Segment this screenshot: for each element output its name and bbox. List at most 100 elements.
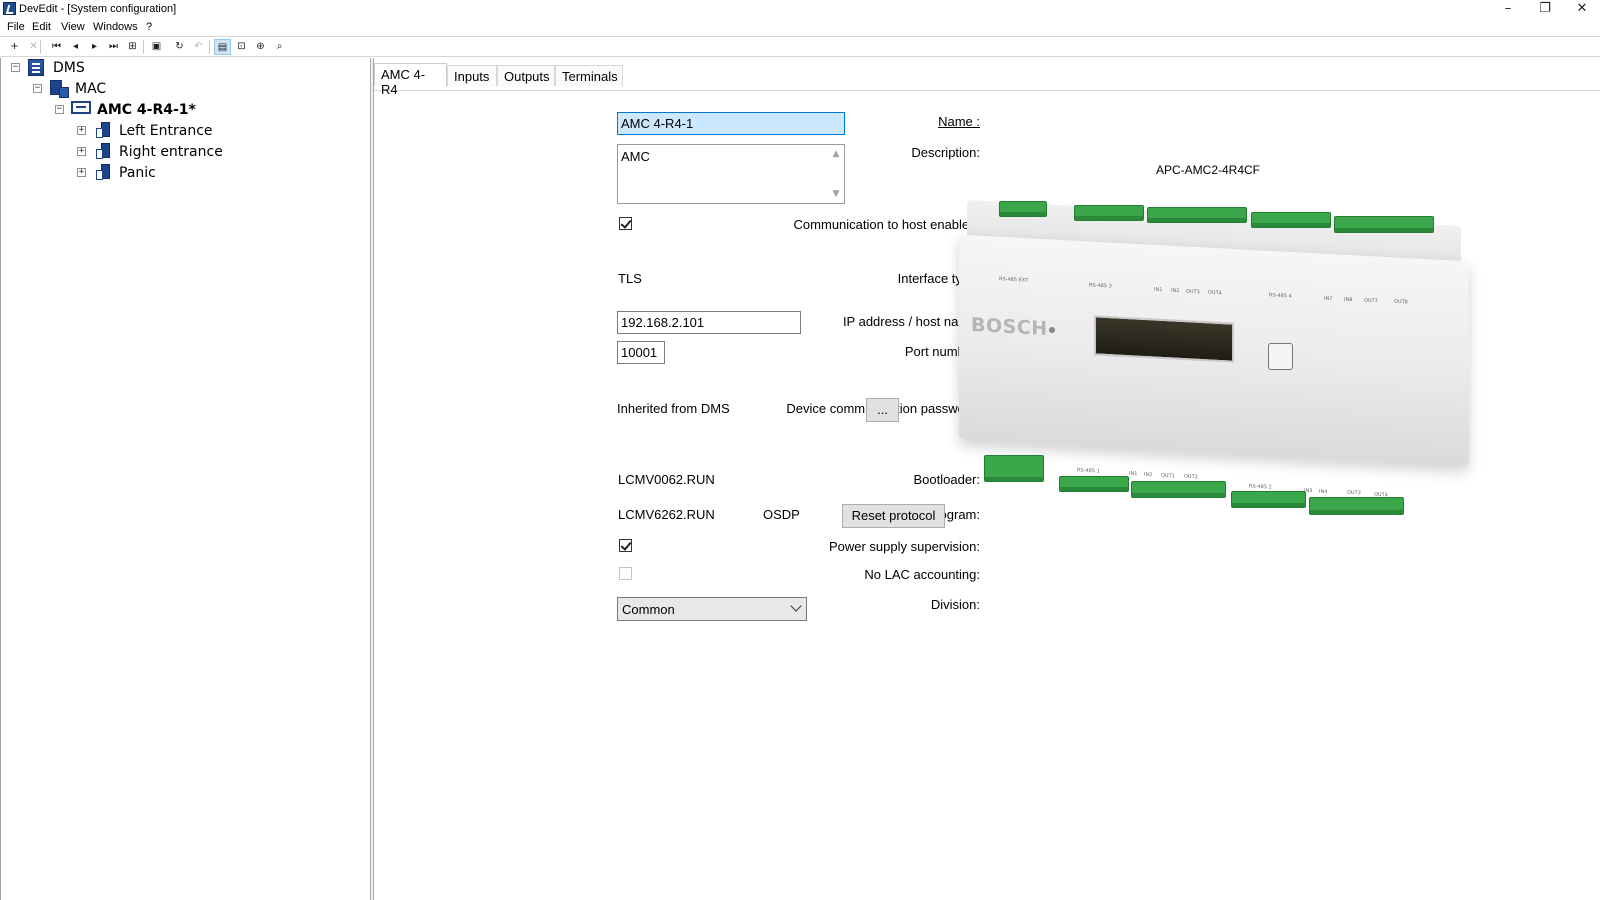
terminal-block [1131,481,1226,498]
comm-host-checkbox[interactable] [619,217,632,230]
description-text: AMC [621,149,650,164]
toolbar: + ✕ ⏮ ◂ ▸ ⏭ ⊞ ▣ ↻ ↶ ▤ ⊡ ⊕ ⌕ [0,36,1600,57]
collapse-icon[interactable]: − [55,105,64,114]
port-number-field[interactable] [617,341,665,364]
device-led [1049,327,1055,333]
no-lac-checkbox[interactable] [619,567,632,580]
reset-protocol-button[interactable]: Reset protocol [842,504,945,528]
interface-type-value: TLS [618,271,642,286]
previous-record-icon[interactable]: ◂ [67,39,84,55]
terminal-label: OUT3 [1347,489,1361,497]
device-brand-logo: BOSCH [971,313,1048,341]
search-icon[interactable]: ⌕ [271,39,288,55]
close-button[interactable]: ✕ [1564,0,1600,19]
tree-label-left-entrance: Left Entrance [119,123,213,139]
menu-view[interactable]: View [61,21,85,33]
tree-node-amc[interactable]: − AMC 4-R4-1* [55,100,255,120]
door-icon [96,122,110,138]
ip-address-field[interactable] [617,311,801,334]
power-supply-checkbox[interactable] [619,539,632,552]
tree-node-mac[interactable]: − MAC [33,79,233,99]
minimize-button[interactable]: – [1490,0,1526,19]
expand-icon[interactable]: + [77,147,86,156]
tab-strip: AMC 4-R4 Inputs Outputs Terminals [374,63,1600,97]
network-view-icon[interactable]: ⊡ [233,39,250,55]
division-label: Division: [930,597,980,612]
scroll-up-icon[interactable]: ▲ [831,149,841,159]
tree-node-right-entrance[interactable]: + Right entrance [77,142,277,162]
collapse-icon[interactable]: − [33,84,42,93]
refresh-icon[interactable]: ↻ [171,39,188,55]
door-icon [96,143,110,159]
protocol-value: OSDP [763,507,800,522]
tree-label-mac: MAC [75,81,107,97]
tree-label-dms: DMS [53,60,85,76]
terminal-block [1074,205,1144,221]
description-label: Description: [911,145,980,160]
undo-icon[interactable]: ↶ [190,39,207,55]
division-dropdown[interactable]: Common [617,597,807,621]
collapse-icon[interactable]: − [11,63,20,72]
tree-label-right-entrance: Right entrance [119,144,223,160]
toolbar-separator [143,40,144,54]
mac-icon [50,80,69,98]
terminal-block [1334,216,1434,233]
terminal-label: RS-485 3 [1089,282,1112,290]
terminal-label: OUT7 [1364,297,1378,305]
terminal-label: RS-485 2 [1249,483,1272,491]
tree-view-icon[interactable]: ⊞ [124,39,141,55]
app-icon [3,2,16,15]
terminal-label: OUT4 [1374,491,1388,499]
add-icon[interactable]: + [6,39,23,55]
terminal-label: IN1 [1154,286,1163,294]
next-record-icon[interactable]: ▸ [86,39,103,55]
terminal-label: OUT8 [1394,298,1408,306]
content-pane: AMC 4-R4 Inputs Outputs Terminals Name :… [374,58,1600,900]
menu-windows[interactable]: Windows [93,21,138,33]
device-view-icon[interactable]: ▤ [214,39,231,55]
tab-divider [374,90,1600,91]
program-value: LCMV6262.RUN [618,507,715,522]
target-icon[interactable]: ⊕ [252,39,269,55]
terminal-block [984,455,1044,482]
terminal-label: IN1 [1129,470,1138,478]
terminal-label: OUT1 [1161,472,1175,480]
terminal-label: OUT4 [1208,289,1222,297]
terminal-block [1147,207,1247,223]
tree-node-dms[interactable]: − DMS [11,58,211,78]
dms-server-icon [28,59,44,76]
power-supply-label: Power supply supervision: [828,539,980,554]
last-record-icon[interactable]: ⏭ [105,39,122,55]
tree-node-panic[interactable]: + Panic [77,163,277,183]
name-field[interactable] [617,112,845,135]
device-tamper-button [1268,343,1293,370]
tab-terminals[interactable]: Terminals [555,65,623,86]
title-bar: DevEdit - [System configuration] – ❐ ✕ [0,0,1600,19]
terminal-block [1309,497,1404,515]
door-icon [96,164,110,180]
device-image: RS-485 EXT RS-485 3 IN1 IN2 OUT3 OUT4 RS… [949,193,1479,515]
no-lac-label: No LAC accounting: [864,567,980,582]
password-browse-button[interactable]: ... [866,398,899,422]
tree-node-left-entrance[interactable]: + Left Entrance [77,121,277,141]
tab-inputs[interactable]: Inputs [447,65,497,86]
scroll-down-icon[interactable]: ▼ [831,189,841,199]
expand-icon[interactable]: + [77,168,86,177]
name-label: Name : [938,114,980,129]
terminal-label: OUT2 [1184,473,1198,481]
save-icon[interactable]: ▣ [148,39,165,55]
expand-icon[interactable]: + [77,126,86,135]
menu-file[interactable]: File [7,21,25,33]
tab-outputs[interactable]: Outputs [497,65,555,86]
terminal-block [1251,212,1331,228]
amc-controller-icon [71,101,91,114]
first-record-icon[interactable]: ⏮ [48,39,65,55]
toolbar-separator [40,40,41,54]
tab-amc-4-r4[interactable]: AMC 4-R4 [374,63,447,97]
terminal-label: IN2 [1171,287,1180,295]
description-field[interactable]: AMC ▲ ▼ [617,144,845,204]
menu-help[interactable]: ? [146,21,152,33]
tree-pane: − DMS − MAC − AMC 4-R4-1* + Left Entranc… [0,58,371,900]
maximize-button[interactable]: ❐ [1527,0,1563,19]
menu-edit[interactable]: Edit [32,21,51,33]
